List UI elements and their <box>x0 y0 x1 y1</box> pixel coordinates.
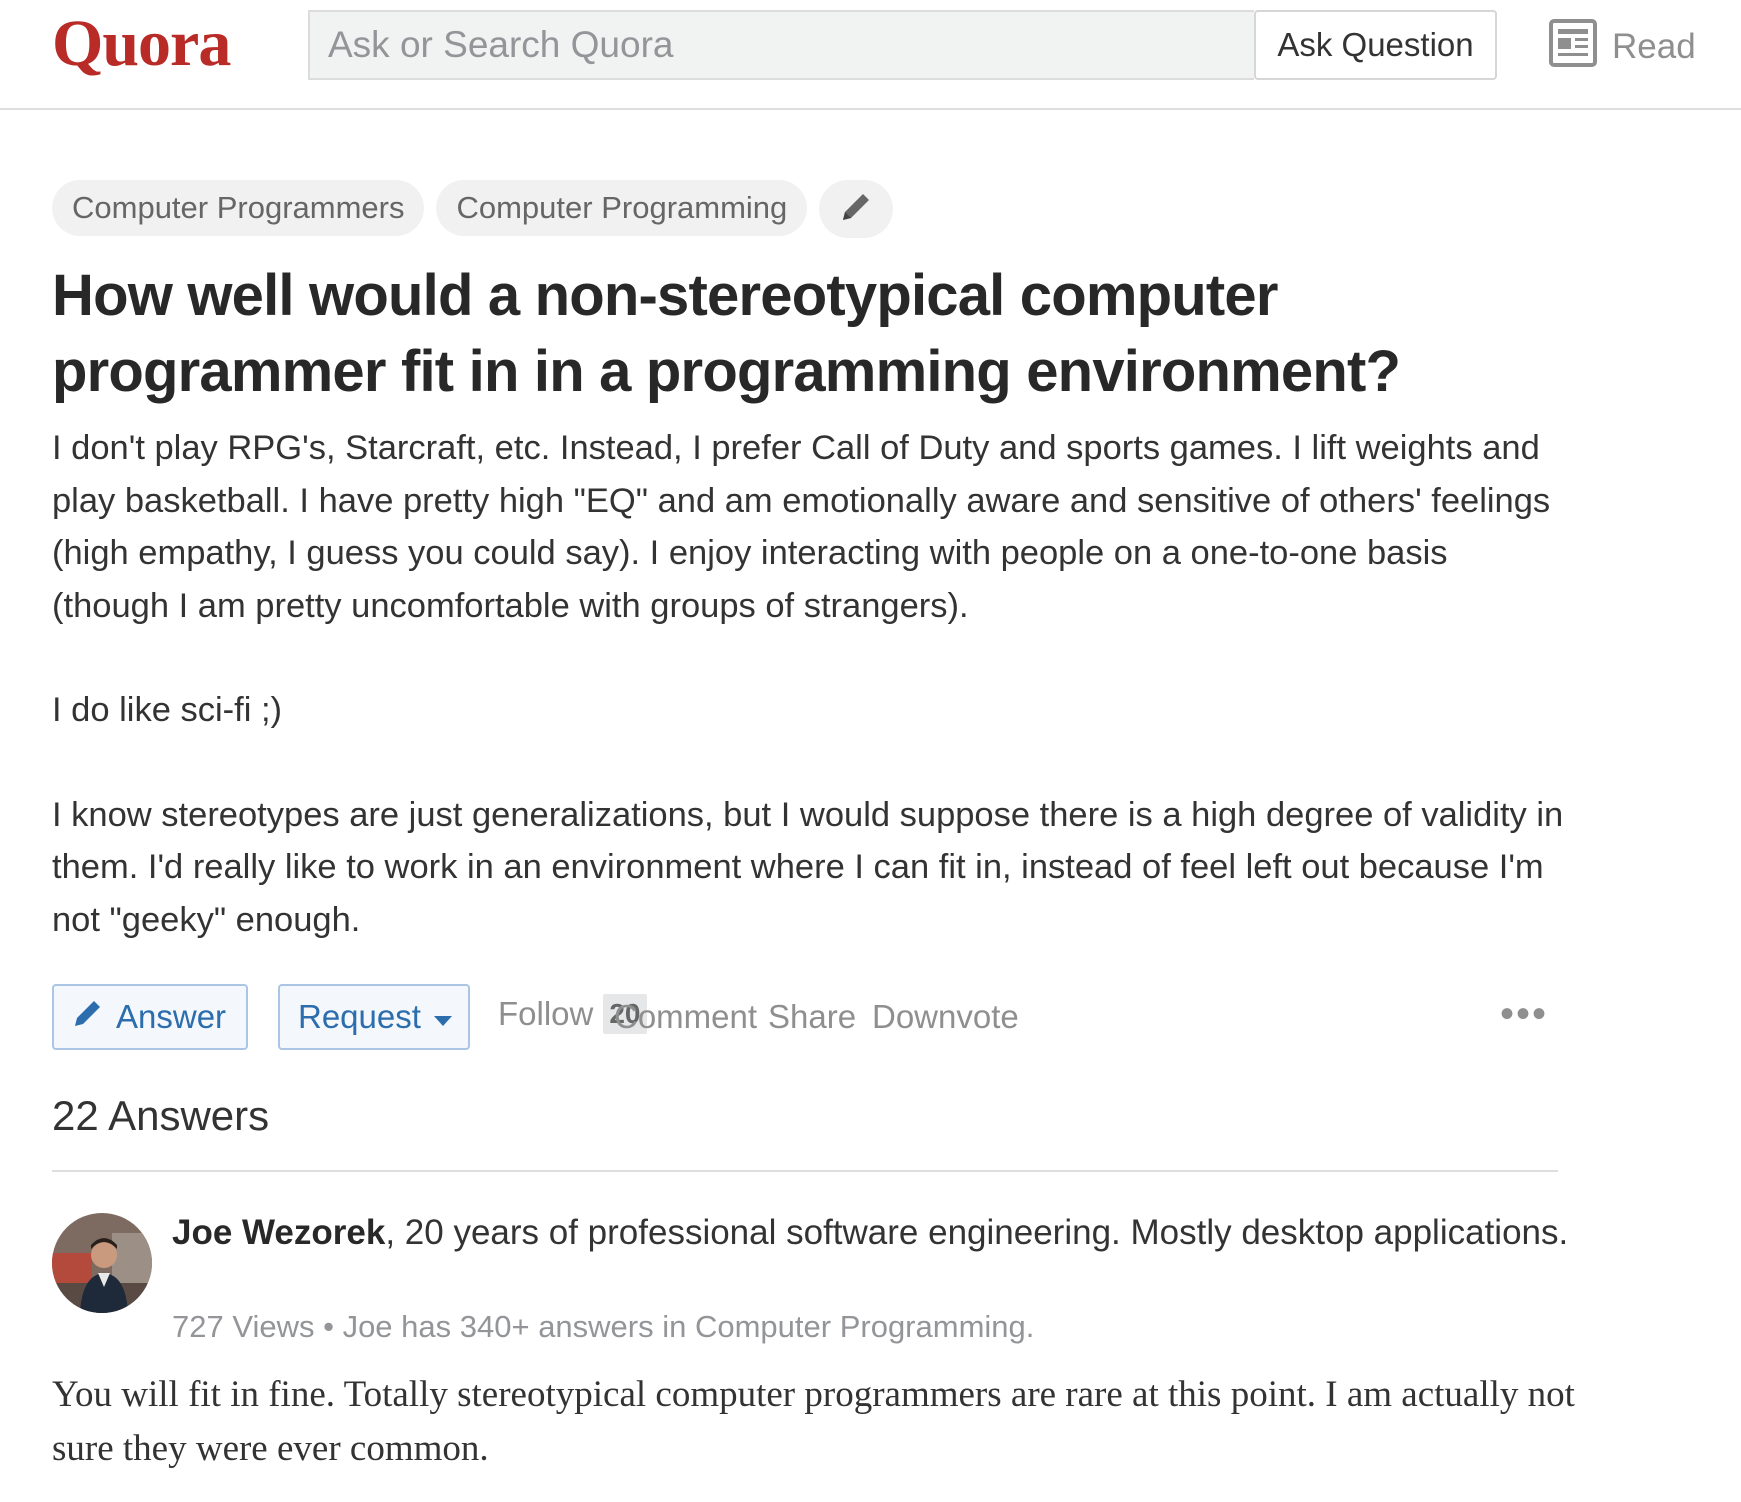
newspaper-icon <box>1548 18 1598 77</box>
follow-label: Follow <box>498 995 594 1032</box>
caret-down-icon <box>433 998 453 1036</box>
quora-logo[interactable]: Quora <box>52 6 231 82</box>
request-label: Request <box>298 998 421 1035</box>
read-label: Read <box>1612 27 1696 66</box>
comment-link[interactable]: Comment <box>614 998 757 1036</box>
answer-author-credential: Joe Wezorek, 20 years of professional so… <box>172 1210 1572 1255</box>
answer-body: You will fit in fine. Totally stereotypi… <box>52 1374 1575 1469</box>
view-count[interactable]: 727 Views <box>172 1309 314 1344</box>
top-nav: Quora Ask Question Read <box>0 0 1741 110</box>
topic-computer-programming[interactable]: Computer Programming <box>436 180 808 236</box>
author-credential: , 20 years of professional software engi… <box>385 1213 1569 1252</box>
divider <box>52 1170 1558 1172</box>
answer-button[interactable]: Answer <box>52 984 248 1050</box>
question-paragraph: I do like sci-fi ;) <box>52 691 283 729</box>
question-details: I don't play RPG's, Starcraft, etc. Inst… <box>52 422 1572 998</box>
edit-topics-button[interactable] <box>819 180 894 238</box>
search-input[interactable] <box>308 10 1254 80</box>
answer-meta: 727 Views • Joe has 340+ answers in Comp… <box>172 1309 1034 1345</box>
pencil-icon <box>72 997 104 1037</box>
question-action-bar: Answer Request Follow 20 Comment Share D… <box>52 984 1552 1050</box>
downvote-link[interactable]: Downvote <box>872 998 1019 1036</box>
author-name[interactable]: Joe Wezorek <box>172 1213 385 1252</box>
request-button[interactable]: Request <box>278 984 470 1050</box>
answer-label: Answer <box>116 998 227 1035</box>
author-context[interactable]: Joe has 340+ answers in Computer Program… <box>343 1309 1035 1344</box>
more-options-icon[interactable]: ••• <box>1500 992 1548 1037</box>
meta-separator: • <box>314 1309 343 1344</box>
ask-question-button[interactable]: Ask Question <box>1254 10 1497 80</box>
question-paragraph: I don't play RPG's, Starcraft, etc. Inst… <box>52 429 1551 625</box>
pencil-icon <box>838 189 874 230</box>
read-nav-item[interactable]: Read <box>1548 18 1696 77</box>
share-link[interactable]: Share <box>768 998 856 1036</box>
avatar[interactable] <box>52 1213 152 1313</box>
topic-list: Computer Programmers Computer Programmin… <box>52 180 894 238</box>
topic-computer-programmers[interactable]: Computer Programmers <box>52 180 425 236</box>
answers-count: 22 Answers <box>52 1092 270 1139</box>
question-title: How well would a non-stereotypical compu… <box>52 263 1401 404</box>
question-paragraph: I know stereotypes are just generalizati… <box>52 795 1564 939</box>
